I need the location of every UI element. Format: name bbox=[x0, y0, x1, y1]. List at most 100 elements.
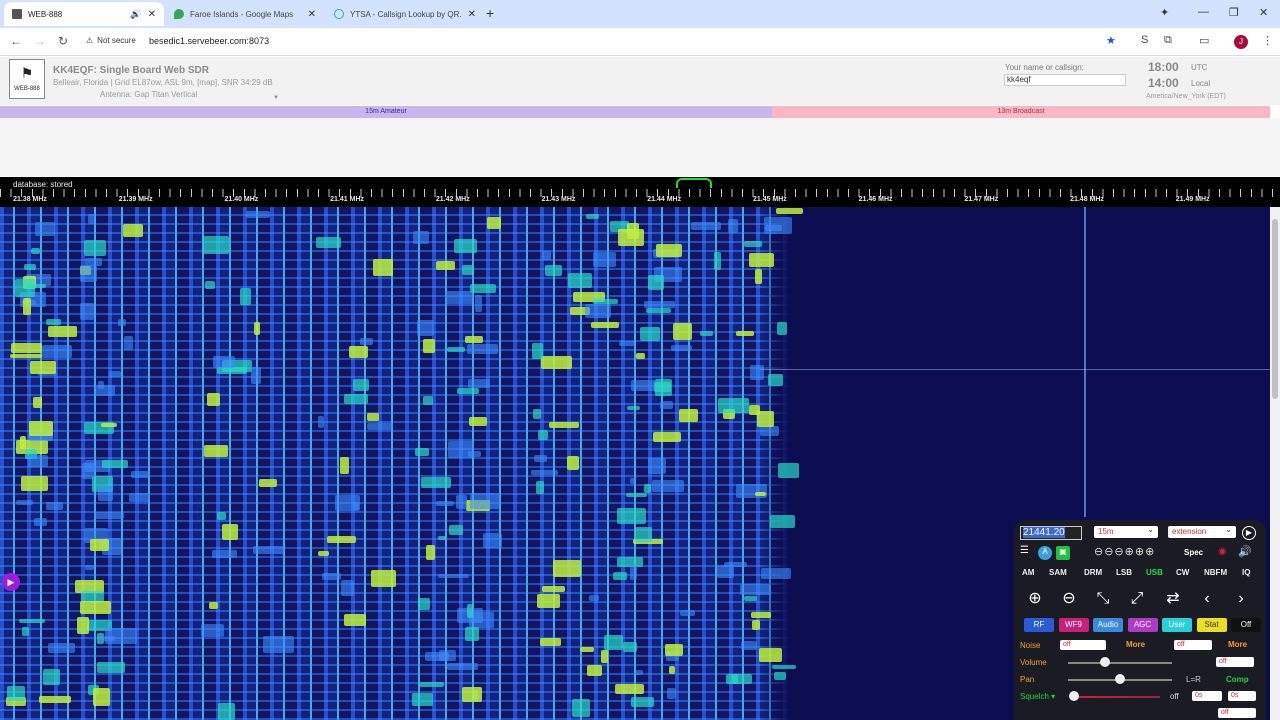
play-icon[interactable]: ▶ bbox=[1242, 526, 1256, 540]
noise-select[interactable]: off bbox=[1060, 640, 1106, 650]
browser-tab-google-maps[interactable]: Faroe Islands - Google Maps ✕ bbox=[166, 2, 324, 26]
new-tab-icon[interactable]: + bbox=[486, 5, 494, 21]
waterfall-signal bbox=[23, 298, 31, 315]
waterfall-signal bbox=[92, 687, 111, 706]
waterfall-signal bbox=[39, 695, 71, 704]
frequency-scale[interactable]: database: stored 21.38 MHz 21.39 MHz 21.40… bbox=[0, 177, 1280, 207]
tab-rf[interactable]: RF bbox=[1024, 618, 1054, 632]
step-buttons-icon[interactable]: ⊖⊖⊖⊕⊕⊕ bbox=[1094, 545, 1155, 558]
zoom-max-icon[interactable]: ⤢ bbox=[1126, 588, 1148, 610]
waterfall-signal bbox=[613, 571, 628, 581]
tab-off[interactable]: Off bbox=[1231, 618, 1261, 632]
close-tab-icon[interactable]: ✕ bbox=[148, 9, 156, 20]
close-tab-icon[interactable]: ✕ bbox=[308, 9, 316, 20]
tab-agc[interactable]: AGC bbox=[1127, 618, 1158, 632]
mode-lsb-button[interactable]: LSB bbox=[1116, 568, 1132, 577]
prev-page-icon[interactable]: ‹ bbox=[1196, 588, 1218, 610]
mode-sam-button[interactable]: SAM bbox=[1049, 568, 1067, 577]
mode-drm-button[interactable]: DRM bbox=[1084, 568, 1102, 577]
squelch-knob[interactable] bbox=[1068, 691, 1079, 701]
swap-icon[interactable]: ⇄ bbox=[1162, 588, 1184, 610]
spec-button[interactable]: Spec bbox=[1184, 548, 1203, 557]
zoom-out-icon[interactable]: ⊖ bbox=[1058, 588, 1080, 610]
frequency-input[interactable]: 21441.20 bbox=[1020, 526, 1082, 540]
pan-knob[interactable] bbox=[1115, 674, 1125, 684]
noise-more-button[interactable]: More bbox=[1126, 640, 1145, 649]
extensions-puzzle-icon[interactable]: ⧉ bbox=[1164, 34, 1172, 47]
mute-icon[interactable]: ◉ bbox=[1218, 546, 1227, 557]
browser-tab-web888[interactable]: WEB-888 🔊 ✕ bbox=[4, 2, 164, 26]
comp-button[interactable]: Comp bbox=[1226, 675, 1249, 684]
tab-user[interactable]: User bbox=[1162, 618, 1192, 632]
zoom-fit-icon[interactable]: ⤡ bbox=[1092, 588, 1114, 610]
browser-tab-callsign-lookup[interactable]: YTSA - Callsign Lookup by QR... ✕ bbox=[326, 2, 484, 26]
tab-stat[interactable]: Stat bbox=[1196, 618, 1227, 632]
profile-avatar[interactable]: J bbox=[1234, 35, 1248, 49]
minimize-icon[interactable]: — bbox=[1198, 6, 1209, 18]
waterfall-signal bbox=[321, 573, 341, 581]
cast-icon[interactable]: ▭ bbox=[1199, 34, 1209, 47]
mode-cw-button[interactable]: CW bbox=[1176, 568, 1189, 577]
restore-icon[interactable]: ❐ bbox=[1229, 6, 1239, 19]
scale-tick-label: 21.41 MHz bbox=[330, 196, 365, 203]
waterfall-signal bbox=[718, 398, 750, 414]
tab-audio[interactable]: Audio bbox=[1093, 618, 1123, 632]
zoom-in-icon[interactable]: ⊕ bbox=[1024, 588, 1046, 610]
forward-icon[interactable]: → bbox=[34, 34, 46, 48]
noise2-select[interactable]: off bbox=[1174, 640, 1212, 650]
band-select[interactable]: 15m bbox=[1094, 524, 1158, 538]
noise-label: Noise bbox=[1020, 641, 1041, 650]
volume-knob[interactable] bbox=[1100, 657, 1111, 667]
mode-iq-button[interactable]: IQ bbox=[1242, 568, 1250, 577]
auto-icon[interactable]: A bbox=[1038, 546, 1052, 560]
noise2-more-button[interactable]: More bbox=[1228, 640, 1247, 649]
waterfall-signal bbox=[204, 445, 228, 457]
band-13m-broadcast[interactable]: 13m Broadcast bbox=[772, 106, 1270, 118]
waterfall-signal bbox=[466, 603, 473, 619]
waterfall-signal bbox=[482, 532, 503, 548]
squelch-label[interactable]: Squelch ▾ bbox=[1020, 692, 1055, 701]
mode-am-button[interactable]: AM bbox=[1022, 568, 1034, 577]
next-page-icon[interactable]: › bbox=[1230, 588, 1252, 610]
speaker-icon[interactable]: 🔊 bbox=[130, 9, 141, 20]
tab-wf9[interactable]: WF9 bbox=[1058, 618, 1089, 632]
passband-marker[interactable] bbox=[676, 178, 712, 188]
green-square-icon[interactable]: ▣ bbox=[1056, 546, 1070, 560]
mode-usb-button[interactable]: USB bbox=[1146, 568, 1163, 577]
scrollbar-thumb[interactable] bbox=[1272, 219, 1278, 399]
waterfall-signal bbox=[735, 330, 755, 336]
volume-select[interactable]: off bbox=[1216, 657, 1254, 667]
reload-icon[interactable]: ↻ bbox=[58, 34, 68, 48]
close-tab-icon[interactable]: ✕ bbox=[468, 9, 476, 20]
bottom-select[interactable]: off bbox=[1218, 708, 1256, 718]
speaker-volume-icon[interactable]: 🔊 bbox=[1238, 545, 1252, 558]
security-indicator[interactable]: ⚠ Not secure bbox=[86, 36, 136, 45]
waterfall-signal bbox=[46, 318, 62, 326]
url-field[interactable]: besedic1.servebeer.com:8073 bbox=[149, 36, 269, 46]
extension-select[interactable]: extension bbox=[1168, 524, 1236, 538]
side-play-icon[interactable]: ▶ bbox=[2, 573, 20, 591]
waterfall-signal bbox=[436, 500, 455, 507]
page-scrollbar[interactable] bbox=[1270, 207, 1280, 720]
extension-s-icon[interactable]: S bbox=[1141, 34, 1148, 46]
bookmark-star-icon[interactable]: ★ bbox=[1106, 34, 1116, 47]
squelch-select-1[interactable]: 0s bbox=[1192, 691, 1222, 701]
scale-tick-label: 21.46 MHz bbox=[858, 196, 893, 203]
callsign-input[interactable]: kk4eqf bbox=[1004, 74, 1126, 86]
waterfall-signal bbox=[552, 559, 581, 578]
waterfall-signal bbox=[469, 283, 496, 293]
tab-search-icon[interactable]: ✦ bbox=[1160, 6, 1169, 19]
spectrum-area[interactable] bbox=[0, 118, 1280, 176]
web888-logo[interactable]: ⚑ WEB-888 bbox=[9, 59, 45, 99]
volume-slider[interactable] bbox=[1068, 662, 1172, 664]
squelch-slider[interactable] bbox=[1072, 696, 1160, 698]
back-icon[interactable]: ← bbox=[10, 34, 22, 48]
mode-nbfm-button[interactable]: NBFM bbox=[1204, 568, 1227, 577]
band-15m-amateur[interactable]: 15m Amateur bbox=[0, 106, 772, 118]
close-window-icon[interactable]: ✕ bbox=[1259, 6, 1268, 19]
expand-header-icon[interactable]: ▼ bbox=[266, 95, 286, 101]
squelch-select-2[interactable]: 0s bbox=[1228, 691, 1256, 701]
menu-icon[interactable]: ☰ bbox=[1020, 545, 1029, 556]
menu-kebab-icon[interactable]: ⋮ bbox=[1262, 34, 1273, 47]
waterfall-signal bbox=[468, 379, 490, 389]
